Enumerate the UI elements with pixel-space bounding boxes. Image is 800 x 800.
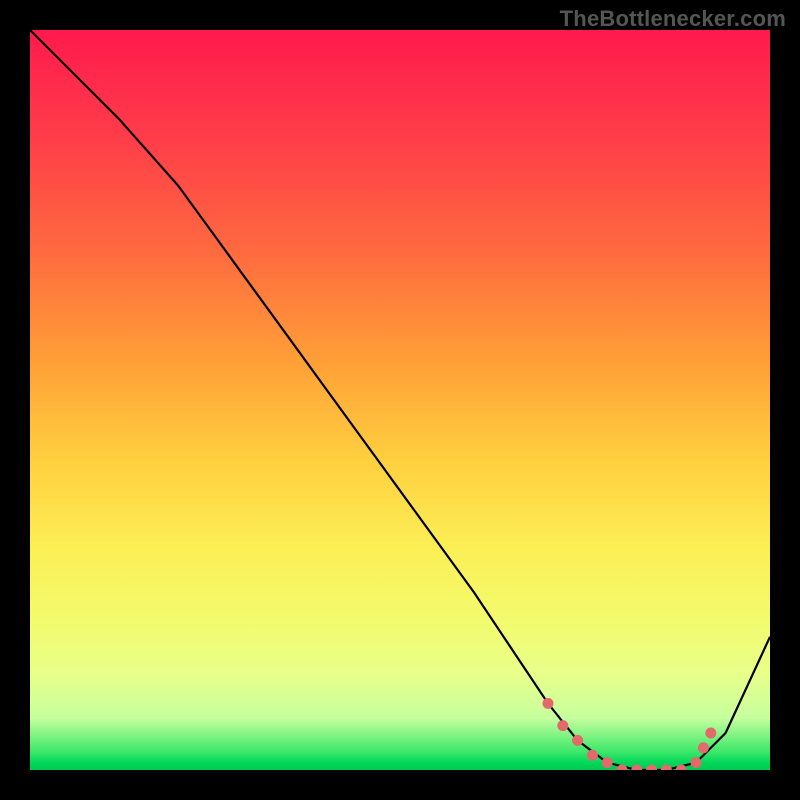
marker-dot bbox=[698, 742, 709, 753]
marker-dot bbox=[557, 720, 568, 731]
marker-dots bbox=[543, 698, 717, 770]
marker-dot bbox=[705, 728, 716, 739]
marker-dot bbox=[543, 698, 554, 709]
watermark-text: TheBottlenecker.com bbox=[560, 6, 786, 32]
marker-dot bbox=[691, 757, 702, 768]
marker-dot bbox=[602, 757, 613, 768]
curve-layer bbox=[30, 30, 770, 770]
chart-frame: TheBottlenecker.com bbox=[0, 0, 800, 800]
plot-area bbox=[30, 30, 770, 770]
marker-dot bbox=[646, 765, 657, 771]
marker-dot bbox=[631, 765, 642, 771]
marker-dot bbox=[661, 765, 672, 771]
bottleneck-curve bbox=[30, 30, 770, 770]
marker-dot bbox=[572, 735, 583, 746]
marker-dot bbox=[587, 750, 598, 761]
